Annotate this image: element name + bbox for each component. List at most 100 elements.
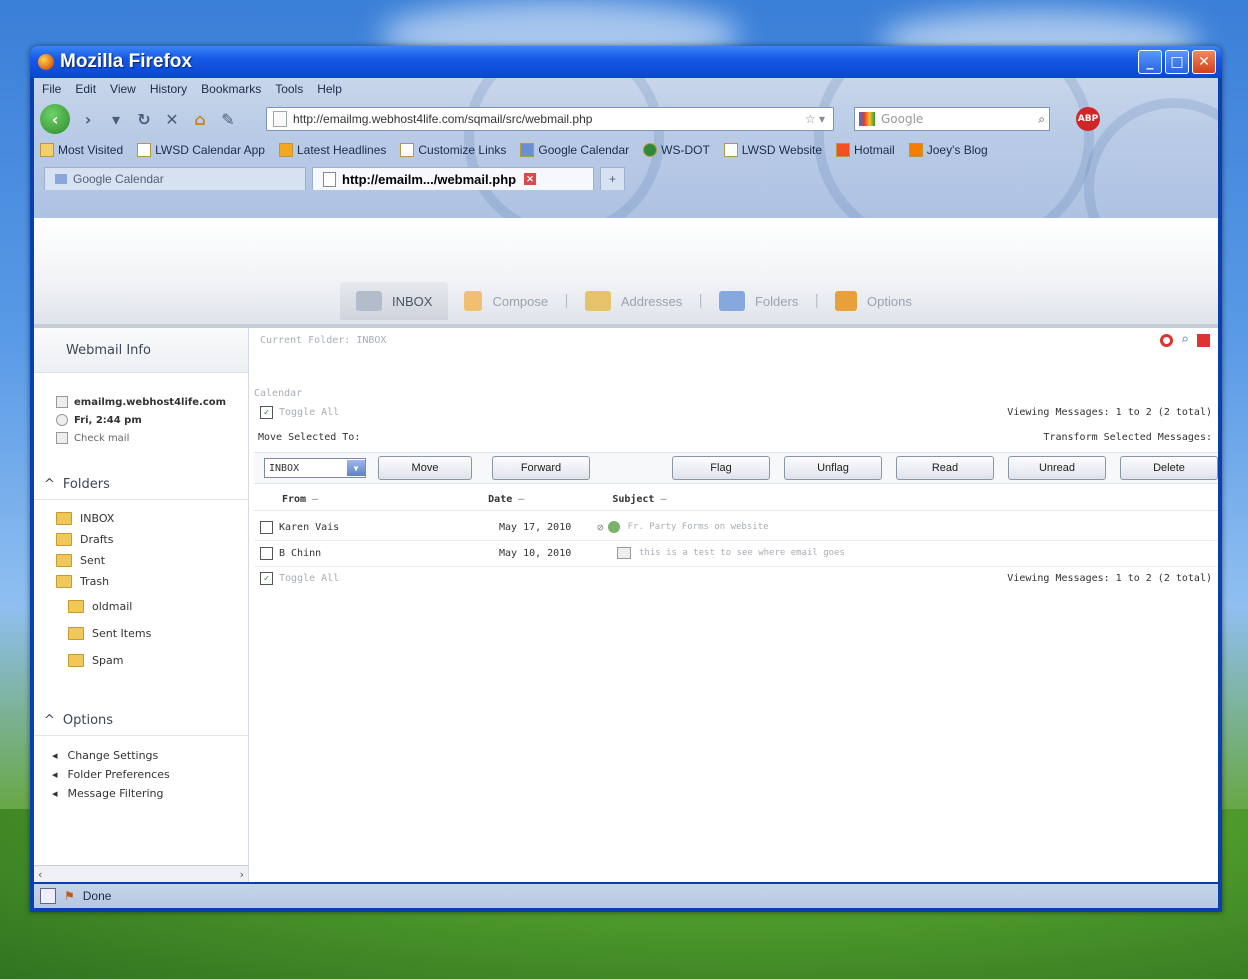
new-tab-button[interactable]: + [600,167,626,190]
option-message-filtering[interactable]: ◂ Message Filtering [34,784,248,803]
toggle-all-label[interactable]: Toggle All [279,573,339,584]
toggle-all-bottom-row: ✓ Toggle All Viewing Messages: 1 to 2 (2… [260,572,1218,585]
sort-icon: – [518,493,525,505]
folders-header[interactable]: ^ Folders [34,469,248,500]
menu-view[interactable]: View [110,82,136,96]
folder-oldmail[interactable]: oldmail [34,592,248,617]
row-checkbox[interactable] [260,546,273,560]
url-text: http://emailmg.webhost4life.com/sqmail/s… [293,112,593,126]
toggle-all-checkbox[interactable]: ✓ [260,406,273,419]
toggle-all-label[interactable]: Toggle All [279,407,339,418]
message-date: May 17, 2010 [499,521,572,533]
menu-file[interactable]: File [42,82,61,96]
stop-icon[interactable]: ✕ [162,109,182,129]
page-icon [723,143,738,157]
calendar-row: Calendar [254,388,1218,399]
bookmark-customize-links[interactable]: Customize Links [400,143,506,157]
dropdown-icon[interactable]: ▾ [106,109,126,129]
signout-icon[interactable] [1197,333,1210,347]
tab-options[interactable]: Options [819,282,928,320]
bookmark-label: Latest Headlines [296,143,387,157]
bullet-icon: ◂ [52,749,58,762]
maximize-button[interactable]: □ [1165,50,1189,74]
menu-edit[interactable]: Edit [75,82,96,96]
menu-tools[interactable]: Tools [275,82,303,96]
delete-button[interactable]: Delete [1120,456,1218,480]
bookmark-ws-dot[interactable]: WS-DOT [643,143,710,157]
adblock-icon[interactable]: ABP [1076,107,1100,131]
folder-spam[interactable]: Spam [34,644,248,671]
tab-webmail[interactable]: http://emailm.../webmail.php ✕ [312,167,594,190]
message-subject[interactable]: this is a test to see where email goes [639,548,845,558]
option-folder-preferences[interactable]: ◂ Folder Preferences [34,765,248,784]
message-subject[interactable]: Fr. Party Forms on website [628,522,769,532]
table-row[interactable]: Karen Vais May 17, 2010 ⊘ Fr. Party Form… [254,514,1218,541]
column-from[interactable]: From – [282,494,318,505]
bookmark-lwsd-website[interactable]: LWSD Website [723,143,822,157]
close-button[interactable]: ✕ [1192,50,1216,74]
folder-drafts[interactable]: Drafts [34,529,248,550]
bookmark-most-visited[interactable]: Most Visited [40,143,123,157]
bookmark-joeys-blog[interactable]: Joey's Blog [908,143,988,157]
viewing-messages-bottom: Viewing Messages: 1 to 2 (2 total) [1007,573,1212,584]
tab-close-icon[interactable]: ✕ [524,173,537,185]
bookmark-lwsd-calendar[interactable]: LWSD Calendar App [137,143,265,157]
webmail-header: INBOX Compose | Addresses | Folders | Op… [34,218,1218,328]
menu-history[interactable]: History [150,82,187,96]
bookmark-label: Most Visited [58,143,124,157]
calendar-icon [520,143,535,157]
folder-label: Sent Items [92,627,152,640]
tab-compose[interactable]: Compose [448,282,564,320]
tab-inbox[interactable]: INBOX [340,282,449,320]
bookmark-hotmail[interactable]: Hotmail [836,143,895,157]
move-button[interactable]: Move [378,456,472,480]
row-checkbox[interactable] [260,520,273,534]
folder-trash[interactable]: Trash [34,571,248,592]
forward-button[interactable]: Forward [492,456,590,480]
bookmark-latest-headlines[interactable]: Latest Headlines [278,143,387,157]
tab-google-calendar[interactable]: Google Calendar [44,167,306,190]
help-icon[interactable] [1159,333,1173,347]
back-button[interactable]: ‹ [40,104,70,134]
search-icon[interactable]: ⌕ [1038,112,1045,127]
scroll-right-icon[interactable]: › [240,868,244,881]
column-subject[interactable]: Subject – [612,494,666,505]
tab-addresses[interactable]: Addresses [569,282,698,320]
menu-bookmarks[interactable]: Bookmarks [201,82,261,96]
menu-help[interactable]: Help [317,82,342,96]
scroll-left-icon[interactable]: ‹ [38,868,42,881]
options-header[interactable]: ^ Options [34,705,248,736]
folder-select-value: INBOX [269,462,300,474]
check-mail-text: Check mail [74,432,130,444]
home-icon[interactable]: ⌂ [190,109,210,129]
unflag-button[interactable]: Unflag [784,456,882,480]
search-input[interactable]: Google ⌕ [854,107,1050,131]
search-icon[interactable]: ⌕ [1181,332,1189,348]
folder-select[interactable]: INBOX ▼ [264,458,366,478]
sidebar-scrollbar[interactable]: ‹ › [34,865,248,882]
toggle-all-checkbox[interactable]: ✓ [260,572,273,585]
check-mail-link[interactable]: Check mail [34,429,248,447]
read-button[interactable]: Read [896,456,994,480]
minimize-button[interactable]: _ [1138,50,1162,74]
forward-icon[interactable]: › [78,109,98,129]
table-row[interactable]: B Chinn May 10, 2010 this is a test to s… [254,540,1218,567]
flag-button[interactable]: Flag [672,456,770,480]
folder-sent-items[interactable]: Sent Items [34,617,248,644]
folder-sent[interactable]: Sent [34,550,248,571]
address-bar[interactable]: http://emailmg.webhost4life.com/sqmail/s… [266,107,834,131]
unread-button[interactable]: Unread [1008,456,1106,480]
move-transform-row: Move Selected To: Transform Selected Mes… [258,432,1218,443]
option-change-settings[interactable]: ◂ Change Settings [34,746,248,765]
folder-inbox[interactable]: INBOX [34,508,248,529]
reload-icon[interactable]: ↻ [134,109,154,129]
bookmark-label: Hotmail [854,143,895,157]
tab-folders[interactable]: Folders [703,282,814,320]
current-folder-label: Current Folder: INBOX [260,334,387,346]
star-icon[interactable]: ☆ ▾ [805,112,825,126]
message-list-area: Current Folder: INBOX ⌕ Calendar ✓ Toggl… [254,328,1218,882]
column-date[interactable]: Date – [488,494,524,505]
bookmark-page-icon[interactable]: ✎ [218,109,238,129]
bookmark-google-calendar[interactable]: Google Calendar [520,143,629,157]
reply-icon [607,521,620,533]
